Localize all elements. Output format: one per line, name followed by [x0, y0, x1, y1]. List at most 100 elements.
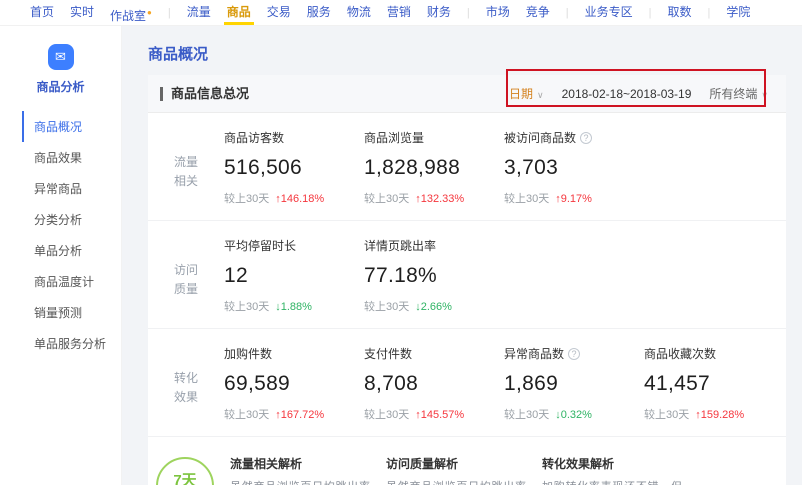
sidebar-menu: 商品概况 商品效果 异常商品 分类分析 单品分析 商品温度计 销量预测 单品服务…: [0, 111, 121, 359]
insight-text: 虽然商品浏览页日均跳出率比同行平均好，但平均停留时间低于同行平均，请关注页面质量…: [230, 478, 370, 485]
metric-name: 详情页跳出率: [364, 237, 504, 254]
overview-card: 商品信息总况 日期 ∨ 2018-02-18~2018-03-19 所有终端 ∨ 流…: [148, 75, 786, 485]
metric-compare: 较上30天↓1.88%: [224, 298, 364, 314]
delta-up: ↑9.17%: [555, 193, 592, 205]
nav-item-label: 作战室: [110, 9, 146, 23]
metric-compare: 较上30天↑146.18%: [224, 190, 364, 206]
insight-text: 虽然商品浏览页日均跳出率比同行平均好，但平均停留时间低于同行平均，请关注详情页内…: [386, 478, 526, 485]
metric-value: 77.18%: [364, 264, 504, 288]
insight-title: 流量相关解析: [230, 455, 370, 472]
sidebar-item-category-analysis[interactable]: 分类分析: [22, 204, 121, 235]
metric-name: 商品浏览量: [364, 129, 504, 146]
metric-value: 1,828,988: [364, 156, 504, 180]
metric-detail-bounce-rate: 详情页跳出率 77.18% 较上30天↓2.66%: [364, 237, 504, 314]
metric-value: 516,506: [224, 156, 364, 180]
nav-item-competition[interactable]: 竞争: [526, 0, 550, 25]
nav-item-data-extract[interactable]: 取数: [667, 0, 691, 25]
delta-up: ↑145.57%: [415, 409, 464, 421]
metric-compare: 较上30天↓0.32%: [504, 406, 644, 422]
group-label-conversion: 转化 效果: [148, 345, 224, 422]
sidebar-item-sales-forecast[interactable]: 销量预测: [22, 297, 121, 328]
nav-item-product[interactable]: 商品: [227, 0, 251, 25]
nav-item-marketing[interactable]: 营销: [387, 0, 411, 25]
delta-down: ↓0.32%: [555, 409, 592, 421]
metric-value: 3,703: [504, 156, 644, 180]
insight-text: 加购转化率表现还不错，但支付转化率低于同行平均，赶快到赛马热荐商品和商品诊断查看…: [542, 478, 682, 485]
filter-bar: 日期 ∨ 2018-02-18~2018-03-19 所有终端 ∨: [509, 85, 772, 102]
metrics-group-traffic: 流量 相关 商品访客数 516,506 较上30天↑146.18% 商品浏览量 …: [148, 113, 786, 221]
insights-section: 7天 数据解读 流量相关解析 虽然商品浏览页日均跳出率比同行平均好，但平均停留时…: [148, 437, 786, 485]
nav-item-traffic[interactable]: 流量: [187, 0, 211, 25]
date-range-value[interactable]: 2018-02-18~2018-03-19: [562, 87, 692, 101]
nav-item-realtime[interactable]: 实时: [70, 0, 94, 25]
nav-separator: |: [566, 7, 569, 19]
nav-separator: |: [649, 7, 652, 19]
metric-name: 平均停留时长: [224, 237, 364, 254]
card-header: 商品信息总况 日期 ∨ 2018-02-18~2018-03-19 所有终端 ∨: [148, 75, 786, 113]
nav-item-home[interactable]: 首页: [30, 0, 54, 25]
delta-up: ↑167.72%: [275, 409, 324, 421]
top-nav: 首页 实时 作战室● | 流量 商品 交易 服务 物流 营销 财务 | 市场 竞…: [0, 0, 802, 26]
metric-compare: 较上30天↑132.33%: [364, 190, 504, 206]
terminal-filter-label: 所有终端: [709, 87, 757, 101]
insight-visit-quality: 访问质量解析 虽然商品浏览页日均跳出率比同行平均好，但平均停留时间低于同行平均，…: [386, 455, 526, 485]
nav-separator: |: [168, 7, 171, 19]
nav-item-logistics[interactable]: 物流: [347, 0, 371, 25]
metric-value: 69,589: [224, 372, 364, 396]
chevron-down-icon: ∨: [537, 90, 544, 100]
insight-conversion: 转化效果解析 加购转化率表现还不错，但支付转化率低于同行平均，赶快到赛马热荐商品…: [542, 455, 682, 485]
help-icon[interactable]: ?: [568, 348, 580, 360]
metric-name: 支付件数: [364, 345, 504, 362]
nav-separator: |: [467, 7, 470, 19]
metric-value: 8,708: [364, 372, 504, 396]
delta-down: ↓2.66%: [415, 301, 452, 313]
metric-compare: 较上30天↑167.72%: [224, 406, 364, 422]
metric-value: 1,869: [504, 372, 644, 396]
metric-cart-adds: 加购件数 69,589 较上30天↑167.72%: [224, 345, 364, 422]
metrics-group-visit-quality: 访问 质量 平均停留时长 12 较上30天↓1.88% 详情页跳出率 77.18…: [148, 221, 786, 329]
nav-item-war-room[interactable]: 作战室●: [110, 0, 152, 25]
group-label-traffic: 流量 相关: [148, 129, 224, 206]
new-badge-icon: ●: [147, 8, 152, 17]
sidebar-item-single-product-service[interactable]: 单品服务分析: [22, 328, 121, 359]
metric-favorites: 商品收藏次数 41,457 较上30天↑159.28%: [644, 345, 784, 422]
nav-item-trade[interactable]: 交易: [267, 0, 291, 25]
metric-name: 加购件数: [224, 345, 364, 362]
metric-product-views: 商品浏览量 1,828,988 较上30天↑132.33%: [364, 129, 504, 206]
insight-traffic: 流量相关解析 虽然商品浏览页日均跳出率比同行平均好，但平均停留时间低于同行平均，…: [230, 455, 370, 485]
nav-item-finance[interactable]: 财务: [427, 0, 451, 25]
metric-paid-items: 支付件数 8,708 较上30天↑145.57%: [364, 345, 504, 422]
sidebar-item-product-effect[interactable]: 商品效果: [22, 142, 121, 173]
card-title: 商品信息总况: [160, 87, 249, 101]
delta-up: ↑146.18%: [275, 193, 324, 205]
nav-item-service[interactable]: 服务: [307, 0, 331, 25]
metric-compare: 较上30天↑145.57%: [364, 406, 504, 422]
insight-title: 转化效果解析: [542, 455, 682, 472]
metrics-group-conversion: 转化 效果 加购件数 69,589 较上30天↑167.72% 支付件数 8,7…: [148, 329, 786, 437]
sidebar: ✉ 商品分析 商品概况 商品效果 异常商品 分类分析 单品分析 商品温度计 销量…: [0, 26, 122, 485]
insight-title: 访问质量解析: [386, 455, 526, 472]
sidebar-item-product-overview[interactable]: 商品概况: [22, 111, 121, 142]
metric-name: 商品收藏次数: [644, 345, 784, 362]
page-title: 商品概况: [148, 43, 802, 64]
metric-visited-products: 被访问商品数? 3,703 较上30天↑9.17%: [504, 129, 644, 206]
sidebar-item-product-thermometer[interactable]: 商品温度计: [22, 266, 121, 297]
metric-compare: 较上30天↓2.66%: [364, 298, 504, 314]
date-filter-label: 日期: [509, 87, 533, 101]
date-filter-dropdown[interactable]: 日期 ∨: [509, 85, 544, 102]
chevron-down-icon: ∨: [761, 90, 768, 100]
metric-name: 被访问商品数?: [504, 129, 644, 146]
sidebar-item-abnormal-products[interactable]: 异常商品: [22, 173, 121, 204]
main-content: 商品概况 商品信息总况 日期 ∨ 2018-02-18~2018-03-19 所有…: [122, 26, 802, 485]
nav-item-business-zone[interactable]: 业务专区: [585, 0, 633, 25]
nav-item-market[interactable]: 市场: [486, 0, 510, 25]
terminal-filter-dropdown[interactable]: 所有终端 ∨: [709, 85, 768, 102]
nav-item-academy[interactable]: 学院: [726, 0, 750, 25]
group-label-visit-quality: 访问 质量: [148, 237, 224, 314]
metric-product-visitors: 商品访客数 516,506 较上30天↑146.18%: [224, 129, 364, 206]
sidebar-item-single-product-analysis[interactable]: 单品分析: [22, 235, 121, 266]
metric-abnormal-products: 异常商品数? 1,869 较上30天↓0.32%: [504, 345, 644, 422]
metric-avg-stay-duration: 平均停留时长 12 较上30天↓1.88%: [224, 237, 364, 314]
help-icon[interactable]: ?: [580, 132, 592, 144]
metric-value: 12: [224, 264, 364, 288]
